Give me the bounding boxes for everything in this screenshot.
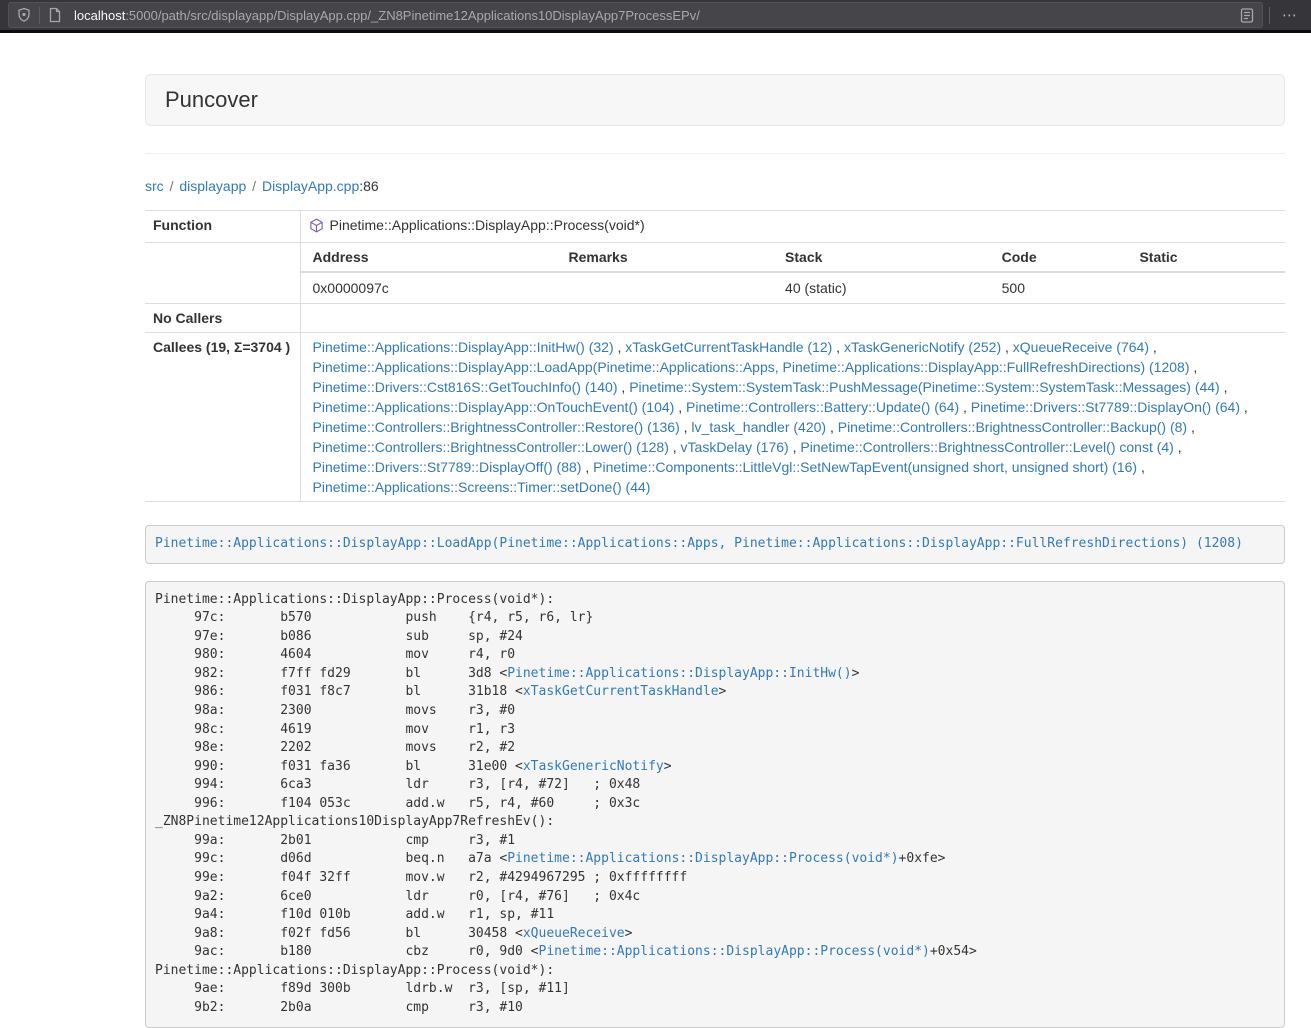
cell-remarks	[556, 272, 773, 303]
breadcrumb-line-number: :86	[359, 178, 378, 194]
assembly-symbol-link[interactable]: xQueueReceive	[523, 926, 625, 941]
callee-link[interactable]: Pinetime::Controllers::BrightnessControl…	[313, 439, 669, 455]
shield-icon[interactable]	[15, 6, 33, 24]
browser-toolbar: localhost:5000/path/src/displayapp/Displ…	[0, 0, 1311, 33]
url-host: localhost	[74, 8, 125, 23]
cell-address: 0x0000097c	[301, 272, 557, 303]
function-row: Function Pinetime::Applications::Display…	[145, 211, 1285, 243]
callers-row: No Callers	[145, 304, 1285, 333]
callee-link[interactable]: xQueueReceive (764)	[1013, 339, 1149, 355]
callee-link[interactable]: Pinetime::System::SystemTask::PushMessag…	[629, 379, 1220, 395]
breadcrumb-separator: /	[168, 178, 176, 194]
function-label: Function	[145, 211, 300, 243]
brand-link[interactable]: Puncover	[165, 87, 258, 112]
brand-banner: Puncover	[145, 74, 1285, 126]
function-stats-row: Address Remarks Stack Code Static 0x0000…	[145, 243, 1285, 304]
snippet-link[interactable]: Pinetime::Applications::DisplayApp::Load…	[155, 536, 1243, 551]
reader-mode-icon[interactable]	[1238, 6, 1256, 24]
empty-label	[145, 243, 300, 304]
cell-stack: 40 (static)	[773, 272, 990, 303]
callee-link[interactable]: xTaskGenericNotify (252)	[844, 339, 1001, 355]
callees-list: Pinetime::Applications::DisplayApp::Init…	[300, 333, 1285, 502]
callers-label: No Callers	[145, 304, 300, 333]
callee-link[interactable]: Pinetime::Controllers::BrightnessControl…	[838, 419, 1187, 435]
callee-link[interactable]: Pinetime::Applications::Screens::Timer::…	[313, 479, 651, 495]
cell-static	[1127, 272, 1285, 303]
breadcrumb-src[interactable]: src	[145, 178, 164, 194]
callee-link[interactable]: Pinetime::Drivers::St7789::DisplayOff() …	[313, 459, 582, 475]
callee-link[interactable]: Pinetime::Controllers::BrightnessControl…	[800, 439, 1173, 455]
callee-link[interactable]: Pinetime::Controllers::BrightnessControl…	[313, 419, 680, 435]
callers-cell	[300, 304, 1285, 333]
callee-link[interactable]: Pinetime::Controllers::Battery::Update()…	[686, 399, 959, 415]
assembly-code: Pinetime::Applications::DisplayApp::Proc…	[145, 581, 1285, 1028]
assembly-symbol-link[interactable]: Pinetime::Applications::DisplayApp::Init…	[507, 666, 851, 681]
url-path: :5000/path/src/displayapp/DisplayApp.cpp…	[125, 8, 700, 23]
callee-link[interactable]: Pinetime::Applications::DisplayApp::Load…	[313, 359, 1190, 375]
col-remarks: Remarks	[556, 243, 773, 272]
callees-label: Callees (19, Σ=3704 )	[145, 333, 300, 502]
breadcrumb-separator: /	[250, 178, 258, 194]
assembly-symbol-link[interactable]: xTaskGenericNotify	[523, 759, 664, 774]
assembly-symbol-link[interactable]: Pinetime::Applications::DisplayApp::Proc…	[539, 944, 930, 959]
loadapp-snippet: Pinetime::Applications::DisplayApp::Load…	[145, 525, 1285, 564]
stats-table: Address Remarks Stack Code Static 0x0000…	[301, 243, 1286, 303]
callee-link[interactable]: Pinetime::Components::LittleVgl::SetNewT…	[593, 459, 1137, 475]
callee-link[interactable]: Pinetime::Applications::DisplayApp::OnTo…	[313, 399, 675, 415]
toolbar-separator	[1269, 7, 1270, 24]
callee-link[interactable]: lv_task_handler (420)	[691, 419, 826, 435]
overflow-menu-button[interactable]: ⋯	[1276, 4, 1303, 27]
assembly-symbol-link[interactable]: Pinetime::Applications::DisplayApp::Proc…	[507, 851, 898, 866]
breadcrumb-displayapp[interactable]: displayapp	[179, 178, 246, 194]
breadcrumb-file[interactable]: DisplayApp.cpp	[262, 178, 359, 194]
urlbar-separator	[39, 7, 40, 24]
stats-row: 0x0000097c 40 (static) 500	[301, 272, 1286, 303]
assembly-symbol-link[interactable]: xTaskGetCurrentTaskHandle	[523, 684, 719, 699]
page-icon[interactable]	[46, 6, 64, 24]
cube-icon	[309, 218, 324, 238]
col-code: Code	[990, 243, 1128, 272]
callee-link[interactable]: xTaskGetCurrentTaskHandle (12)	[625, 339, 832, 355]
col-static: Static	[1127, 243, 1285, 272]
callee-link[interactable]: Pinetime::Drivers::St7789::DisplayOn() (…	[971, 399, 1240, 415]
divider	[145, 153, 1285, 154]
callees-row: Callees (19, Σ=3704 ) Pinetime::Applicat…	[145, 333, 1285, 502]
cell-code: 500	[990, 272, 1128, 303]
url-text[interactable]: localhost:5000/path/src/displayapp/Displ…	[70, 8, 1232, 23]
page-container: Puncover src / displayapp / DisplayApp.c…	[145, 33, 1285, 1028]
callee-link[interactable]: vTaskDelay (176)	[681, 439, 789, 455]
function-table: Function Pinetime::Applications::Display…	[145, 210, 1285, 502]
callee-link[interactable]: Pinetime::Drivers::Cst816S::GetTouchInfo…	[313, 379, 618, 395]
col-stack: Stack	[773, 243, 990, 272]
function-name: Pinetime::Applications::DisplayApp::Proc…	[330, 217, 645, 233]
col-address: Address	[301, 243, 557, 272]
callee-link[interactable]: Pinetime::Applications::DisplayApp::Init…	[313, 339, 614, 355]
breadcrumb: src / displayapp / DisplayApp.cpp:86	[145, 176, 1285, 196]
url-bar[interactable]: localhost:5000/path/src/displayapp/Displ…	[8, 2, 1263, 28]
